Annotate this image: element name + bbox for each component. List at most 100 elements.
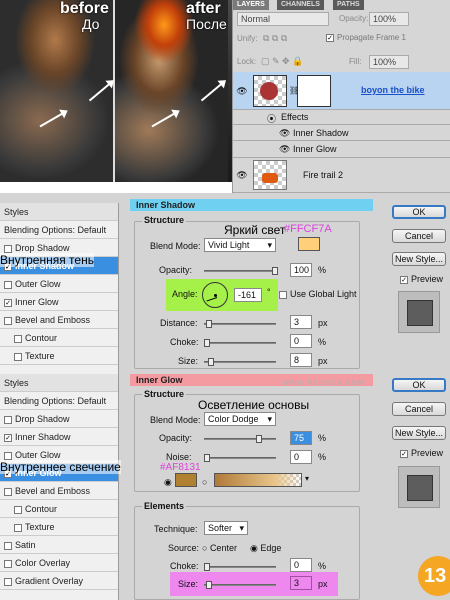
slider-knob[interactable]	[204, 563, 210, 571]
choke-field[interactable]: 0	[290, 558, 312, 572]
choke-field[interactable]: 0	[290, 334, 312, 348]
eye-icon[interactable]: 👁	[236, 86, 248, 97]
style-item-contour[interactable]: Contour	[0, 500, 118, 518]
styles-header[interactable]: Styles	[0, 203, 118, 221]
checkbox-icon[interactable]	[14, 523, 22, 532]
checkbox-icon[interactable]	[14, 334, 22, 343]
blend-mode-select[interactable]: Normal	[237, 12, 329, 26]
tab-layers[interactable]: LAYERS	[233, 0, 269, 10]
percent-label: %	[318, 433, 327, 443]
style-item-texture[interactable]: Texture	[0, 347, 118, 365]
style-item-contour[interactable]: Contour	[0, 329, 118, 347]
checkbox-icon[interactable]	[14, 352, 22, 361]
style-item-texture[interactable]: Texture	[0, 518, 118, 536]
style-item-bevel-emboss[interactable]: Bevel and Emboss	[0, 311, 118, 329]
checkbox-icon[interactable]	[4, 541, 12, 550]
blending-options[interactable]: Blending Options: Default	[0, 392, 118, 410]
radio-gradient[interactable]: ○	[202, 477, 207, 487]
checkbox-icon[interactable]	[4, 451, 12, 460]
size-field[interactable]: 3	[290, 576, 312, 590]
cancel-button[interactable]: Cancel	[392, 229, 446, 243]
layer-name[interactable]: boyon the bike	[361, 85, 425, 95]
slider-knob[interactable]	[206, 581, 212, 589]
radio-center[interactable]: ○ Center	[202, 543, 237, 553]
opacity-field[interactable]: 75	[290, 431, 312, 445]
use-global-light-checkbox[interactable]: Use Global Light	[279, 289, 357, 299]
distance-field[interactable]: 3	[290, 315, 312, 329]
size-slider[interactable]	[204, 358, 276, 366]
checkbox-icon[interactable]	[4, 577, 12, 586]
tab-channels[interactable]: CHANNELS	[277, 0, 324, 10]
checkbox-icon[interactable]: ✓	[4, 433, 12, 442]
checkbox-icon[interactable]	[4, 280, 12, 289]
fill-field[interactable]: 100%	[369, 55, 409, 69]
distance-slider[interactable]	[204, 320, 276, 328]
effect-row[interactable]: 👁 Inner Shadow	[233, 125, 450, 141]
ok-button[interactable]: OK	[392, 205, 446, 219]
new-style-button[interactable]: New Style...	[392, 252, 446, 266]
layer-name[interactable]: Fire trail 2	[303, 170, 343, 180]
slider-knob[interactable]	[206, 320, 212, 328]
chevron-down-icon[interactable]: ▾	[305, 474, 309, 483]
checkbox-icon[interactable]	[14, 505, 22, 514]
angle-field[interactable]: -161	[234, 288, 262, 302]
blending-options[interactable]: Blending Options: Default	[0, 221, 118, 239]
checkbox-icon[interactable]	[4, 559, 12, 568]
radio-edge[interactable]: ◉ Edge	[250, 543, 281, 554]
checkbox-icon[interactable]	[4, 244, 12, 253]
slider-knob[interactable]	[256, 435, 262, 443]
style-item-color-overlay[interactable]: Color Overlay	[0, 554, 118, 572]
style-item-inner-glow[interactable]: ✓Inner Glow	[0, 293, 118, 311]
style-item-outer-glow[interactable]: Outer Glow	[0, 275, 118, 293]
blend-mode-select[interactable]: Vivid Light	[204, 238, 276, 252]
layer-effects-row[interactable]: ⦿ Effects	[233, 110, 450, 125]
opacity-slider[interactable]	[204, 267, 278, 275]
eye-icon[interactable]: 👁	[279, 144, 290, 155]
slider-knob[interactable]	[208, 358, 214, 366]
checkbox-icon[interactable]	[4, 316, 12, 325]
angle-dial[interactable]	[202, 282, 228, 308]
tab-paths[interactable]: PATHS	[333, 0, 364, 10]
eye-icon[interactable]: 👁	[236, 170, 248, 181]
preview-checkbox[interactable]: ✓ Preview	[400, 448, 443, 458]
before-label-ru: До	[82, 16, 100, 32]
noise-slider[interactable]	[204, 454, 276, 462]
checkbox-icon[interactable]: ✓	[4, 298, 12, 307]
styles-header[interactable]: Styles	[0, 374, 118, 392]
unify-icons[interactable]: ⧉ ⧉ ⧉	[263, 33, 287, 44]
style-item-inner-shadow[interactable]: ✓Inner Shadow	[0, 428, 118, 446]
blend-mode-select[interactable]: Color Dodge	[204, 412, 276, 426]
effect-row[interactable]: 👁 Inner Glow	[233, 141, 450, 158]
cancel-button[interactable]: Cancel	[392, 402, 446, 416]
new-style-button[interactable]: New Style...	[392, 426, 446, 440]
size-field[interactable]: 8	[290, 353, 312, 367]
style-item-bevel-emboss[interactable]: Bevel and Emboss	[0, 482, 118, 500]
opacity-field[interactable]: 100	[290, 263, 312, 277]
color-swatch[interactable]	[175, 473, 197, 487]
layer-row[interactable]: 👁 Fire trail 2	[233, 158, 450, 193]
gradient-swatch[interactable]	[214, 473, 302, 487]
choke-slider[interactable]	[204, 339, 276, 347]
slider-knob[interactable]	[204, 339, 210, 347]
color-swatch[interactable]	[298, 237, 320, 251]
layer-row[interactable]: 👁 ⛓ boyon the bike	[233, 72, 450, 110]
style-item-satin[interactable]: Satin	[0, 536, 118, 554]
eye-icon[interactable]: 👁	[279, 128, 290, 139]
opacity-field[interactable]: 100%	[369, 12, 409, 26]
style-item-drop-shadow[interactable]: Drop Shadow	[0, 410, 118, 428]
choke-slider[interactable]	[204, 563, 276, 571]
noise-field[interactable]: 0	[290, 450, 312, 464]
opacity-slider[interactable]	[204, 435, 276, 443]
preview-checkbox[interactable]: ✓ Preview	[400, 274, 443, 284]
style-item-gradient-overlay[interactable]: Gradient Overlay	[0, 572, 118, 590]
ok-button[interactable]: OK	[392, 378, 446, 392]
size-slider[interactable]	[204, 581, 276, 589]
lock-icons[interactable]: ▢ ✎ ✥ 🔒	[261, 56, 303, 67]
slider-knob[interactable]	[272, 267, 278, 275]
technique-select[interactable]: Softer	[204, 521, 248, 535]
checkbox-icon[interactable]	[4, 487, 12, 496]
checkbox-icon[interactable]	[4, 415, 12, 424]
radio-solid-color[interactable]: ◉	[164, 477, 172, 488]
propagate-checkbox[interactable]: ✓ Propagate Frame 1	[326, 33, 406, 42]
slider-knob[interactable]	[204, 454, 210, 462]
